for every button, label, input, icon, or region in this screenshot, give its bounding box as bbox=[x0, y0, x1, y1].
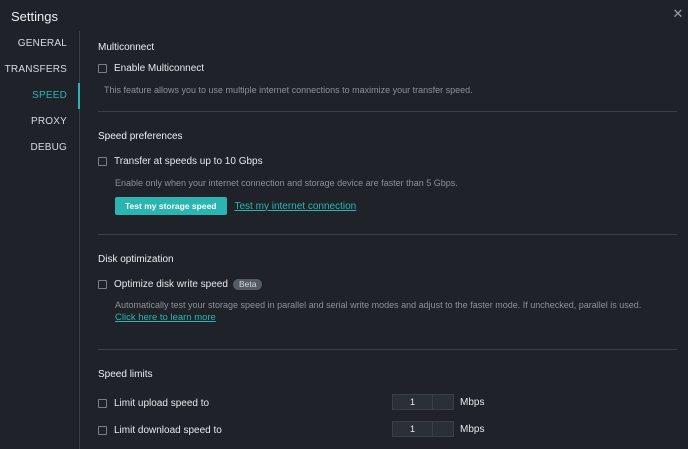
upload-speed-value[interactable]: 1 bbox=[393, 395, 432, 409]
sidebar-item-speed[interactable]: SPEED bbox=[0, 83, 80, 109]
optimize-disk-checkbox-label: Optimize disk write speed bbox=[114, 279, 228, 290]
multiconnect-checkbox[interactable] bbox=[98, 64, 107, 73]
multiconnect-title: Multiconnect bbox=[98, 42, 155, 53]
optimize-disk-description: Automatically test your storage speed in… bbox=[115, 300, 642, 310]
upload-limit-checkbox[interactable] bbox=[98, 399, 107, 408]
download-unit: Mbps bbox=[460, 424, 485, 435]
ten-gbps-description: Enable only when your internet connectio… bbox=[115, 178, 458, 188]
ten-gbps-checkbox-label: Transfer at speeds up to 10 Gbps bbox=[114, 156, 263, 167]
speed-test-actions: Test my storage speed Test my internet c… bbox=[115, 197, 356, 215]
window-title: Settings bbox=[11, 9, 58, 24]
divider bbox=[98, 234, 677, 235]
test-internet-connection-link[interactable]: Test my internet connection bbox=[235, 201, 357, 212]
optimize-disk-row[interactable]: Optimize disk write speed Beta bbox=[98, 279, 263, 290]
divider bbox=[98, 111, 677, 112]
disk-optimization-title: Disk optimization bbox=[98, 254, 174, 265]
sidebar-item-transfers[interactable]: TRANSFERS bbox=[0, 57, 79, 83]
ten-gbps-checkbox[interactable] bbox=[98, 157, 107, 166]
learn-more-link[interactable]: Click here to learn more bbox=[115, 312, 216, 323]
ten-gbps-row[interactable]: Transfer at speeds up to 10 Gbps bbox=[98, 156, 263, 167]
optimize-disk-checkbox[interactable] bbox=[98, 280, 107, 289]
settings-sidebar: GENERAL TRANSFERS SPEED PROXY DEBUG bbox=[0, 31, 80, 449]
multiconnect-description: This feature allows you to use multiple … bbox=[104, 85, 473, 95]
beta-badge: Beta bbox=[232, 279, 263, 290]
upload-unit: Mbps bbox=[460, 397, 485, 408]
upload-limit-row[interactable]: Limit upload speed to bbox=[98, 398, 209, 409]
download-stepper-controls[interactable] bbox=[432, 422, 453, 436]
download-limit-label: Limit download speed to bbox=[114, 425, 222, 436]
download-limit-row[interactable]: Limit download speed to bbox=[98, 425, 222, 436]
speed-limits-title: Speed limits bbox=[98, 369, 153, 380]
upload-limit-label: Limit upload speed to bbox=[114, 398, 210, 409]
upload-speed-stepper[interactable]: 1 bbox=[392, 394, 454, 410]
download-limit-checkbox[interactable] bbox=[98, 426, 107, 435]
test-storage-speed-button[interactable]: Test my storage speed bbox=[115, 197, 227, 215]
upload-stepper-controls[interactable] bbox=[432, 395, 453, 409]
sidebar-item-proxy[interactable]: PROXY bbox=[0, 109, 79, 135]
speed-preferences-title: Speed preferences bbox=[98, 131, 183, 142]
download-speed-value[interactable]: 1 bbox=[393, 422, 432, 436]
sidebar-item-debug[interactable]: DEBUG bbox=[0, 135, 79, 161]
download-speed-stepper[interactable]: 1 bbox=[392, 421, 454, 437]
sidebar-item-general[interactable]: GENERAL bbox=[0, 31, 79, 57]
close-icon[interactable]: ✕ bbox=[670, 6, 686, 22]
multiconnect-row[interactable]: Enable Multiconnect bbox=[98, 63, 204, 74]
multiconnect-checkbox-label: Enable Multiconnect bbox=[114, 63, 205, 74]
divider bbox=[98, 349, 677, 350]
